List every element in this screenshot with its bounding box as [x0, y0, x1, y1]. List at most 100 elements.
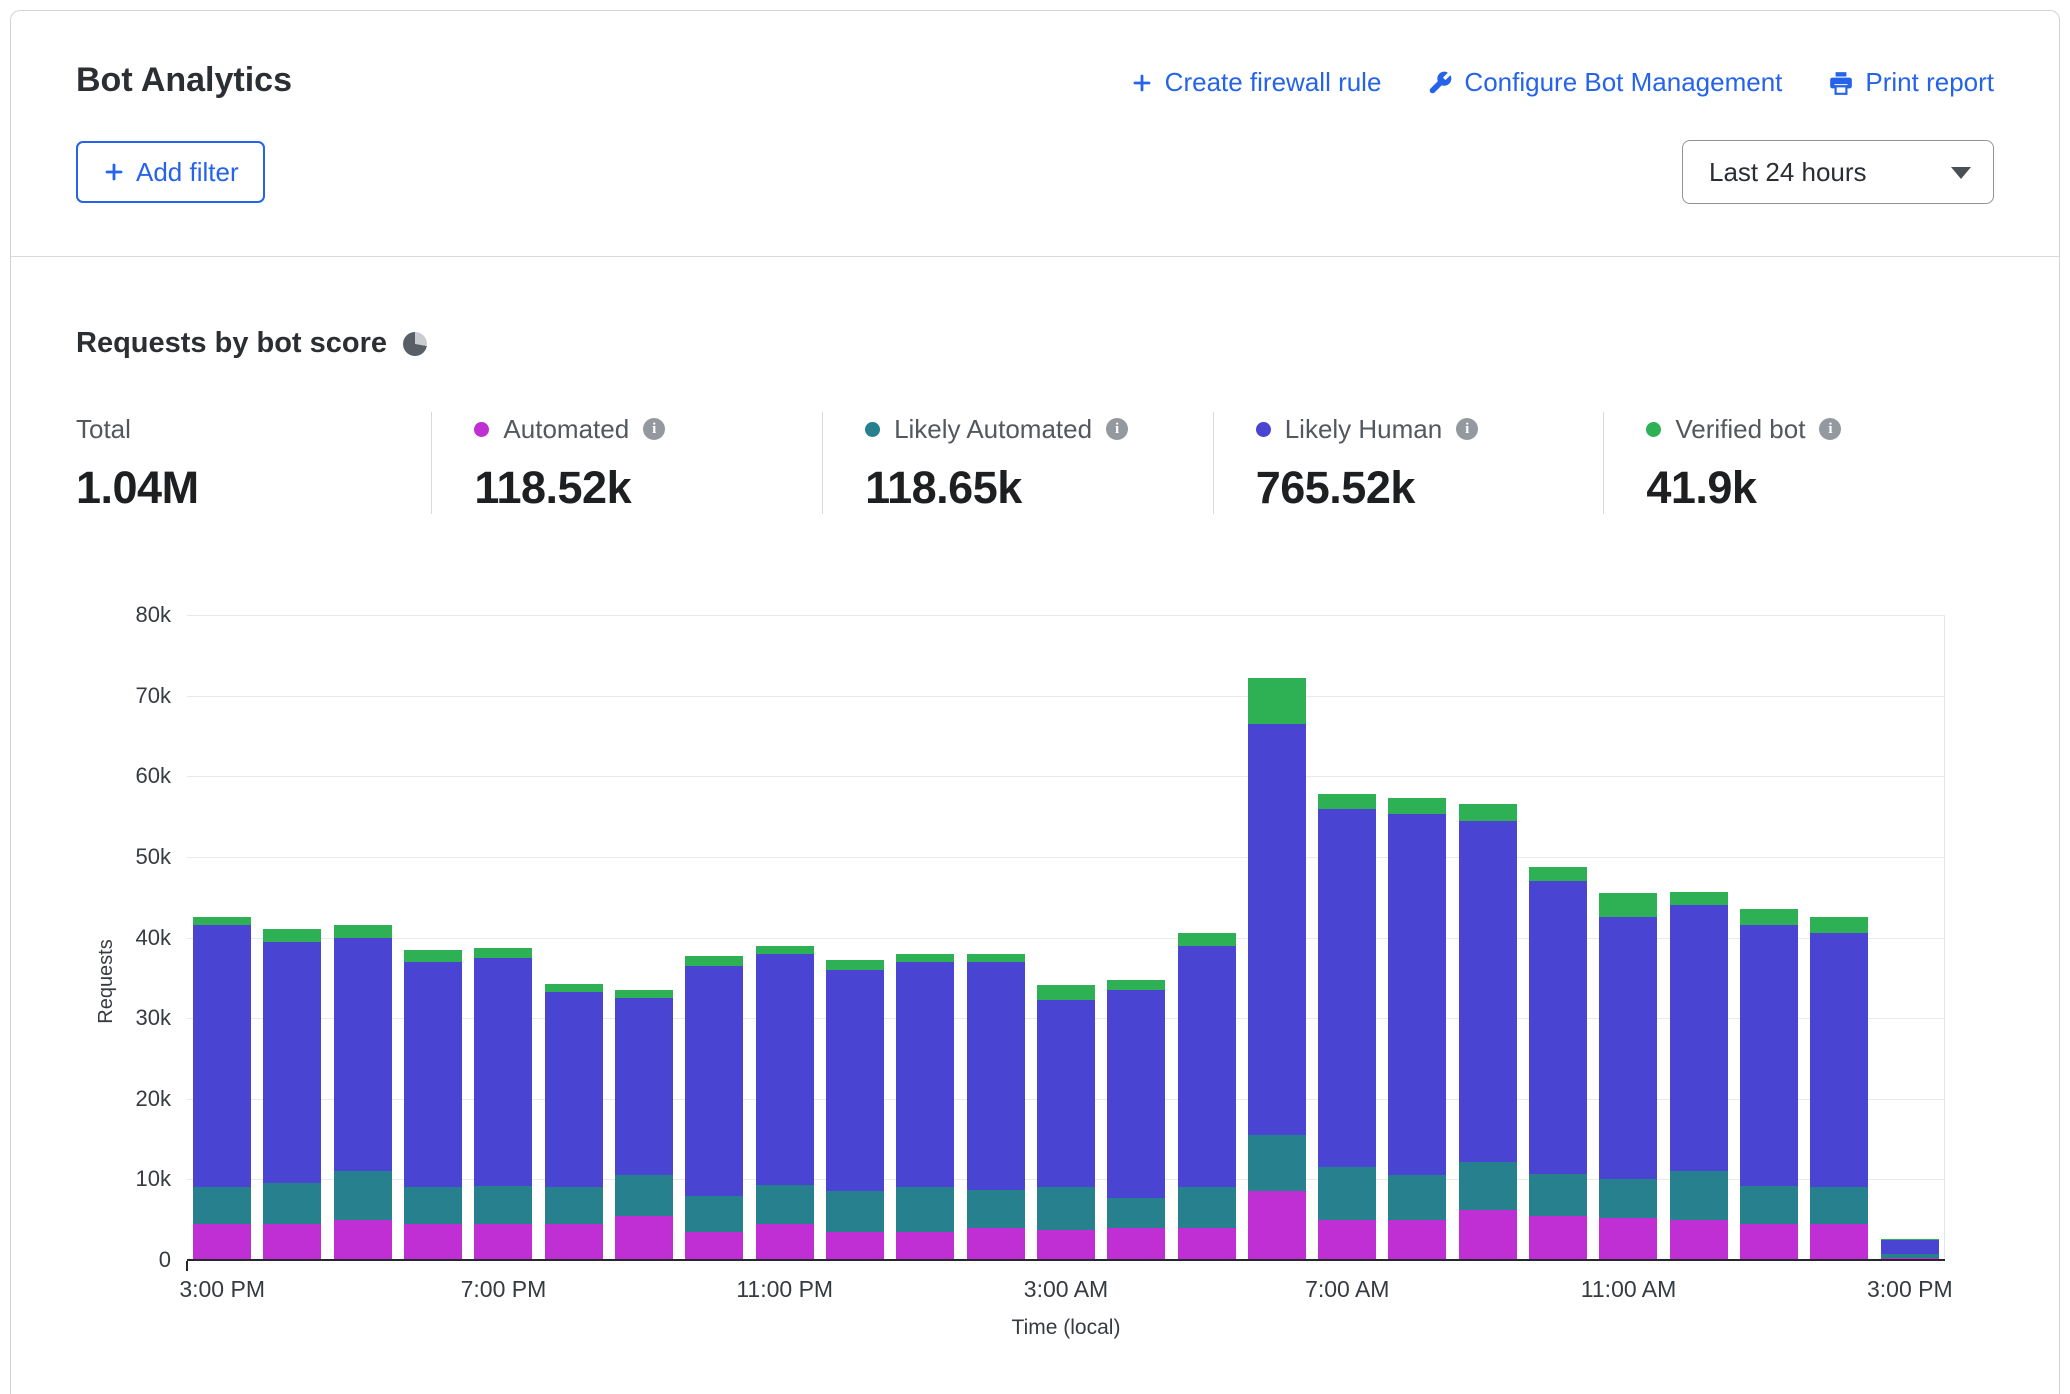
bar-segment-verified-bot — [1599, 893, 1657, 917]
stat-likely-human: Likely Human i 765.52k — [1213, 412, 1604, 514]
bar-5-00-am[interactable] — [1171, 933, 1241, 1260]
bar-9-00-am[interactable] — [1453, 804, 1523, 1260]
bar-segment-likely-automated — [615, 1175, 673, 1215]
bar-segment-automated — [1037, 1230, 1095, 1260]
bar-segment-verified-bot — [1388, 798, 1446, 814]
bar-segment-automated — [545, 1224, 603, 1260]
bar-segment-automated — [826, 1232, 884, 1260]
bar-segment-likely-human — [1881, 1240, 1939, 1254]
bar-segment-likely-automated — [826, 1191, 884, 1231]
stat-value: 765.52k — [1256, 462, 1570, 514]
stat-total: Total 1.04M — [76, 412, 431, 514]
bar-8-00-am[interactable] — [1382, 798, 1452, 1260]
chart-section: Requests by bot score Total 1.04M Automa… — [11, 327, 2059, 1350]
analytics-card: Bot Analytics Create firewall rule Confi… — [10, 10, 2060, 1394]
y-tick-label: 60k — [136, 763, 171, 789]
stat-label: Automated — [503, 414, 629, 445]
time-range-value: Last 24 hours — [1709, 157, 1867, 188]
stat-value: 41.9k — [1646, 462, 1960, 514]
bar-5-00-pm[interactable] — [328, 925, 398, 1260]
bar-segment-likely-automated — [1459, 1162, 1517, 1210]
bar-10-00-am[interactable] — [1523, 867, 1593, 1260]
bar-segment-automated — [685, 1232, 743, 1260]
bar-segment-likely-human — [1037, 1000, 1095, 1188]
x-axis-title: Time (local) — [187, 1316, 1945, 1340]
bar-segment-automated — [474, 1224, 532, 1260]
time-range-select[interactable]: Last 24 hours — [1682, 140, 1994, 204]
info-icon[interactable]: i — [643, 418, 665, 440]
bar-segment-automated — [615, 1216, 673, 1260]
add-filter-label: Add filter — [136, 157, 239, 188]
bar-12-00-pm[interactable] — [1664, 892, 1734, 1260]
x-tick-label: 7:00 PM — [461, 1276, 547, 1303]
bar-segment-automated — [1388, 1220, 1446, 1260]
bar-segment-verified-bot — [615, 990, 673, 998]
info-icon[interactable]: i — [1106, 418, 1128, 440]
bar-6-00-am[interactable] — [1242, 678, 1312, 1260]
bar-segment-verified-bot — [1459, 804, 1517, 820]
print-report-link[interactable]: Print report — [1828, 67, 1994, 98]
bar-9-00-pm[interactable] — [609, 990, 679, 1260]
x-tick-label: 11:00 AM — [1581, 1276, 1676, 1303]
bar-1-00-am[interactable] — [890, 954, 960, 1260]
bar-segment-likely-human — [967, 962, 1025, 1190]
bar-segment-automated — [967, 1228, 1025, 1260]
bar-segment-automated — [193, 1224, 251, 1260]
bar-8-00-pm[interactable] — [539, 984, 609, 1260]
info-icon[interactable]: i — [1819, 418, 1841, 440]
bar-segment-automated — [1178, 1228, 1236, 1260]
bar-segment-likely-human — [1318, 809, 1376, 1168]
bar-segment-likely-automated — [1599, 1179, 1657, 1218]
bar-segment-likely-automated — [1178, 1187, 1236, 1227]
bar-7-00-pm[interactable] — [468, 948, 538, 1260]
bar-1-00-pm[interactable] — [1734, 909, 1804, 1260]
bar-segment-likely-human — [1529, 881, 1587, 1174]
configure-bot-management-link[interactable]: Configure Bot Management — [1427, 67, 1782, 98]
bars — [187, 615, 1945, 1260]
pie-chart-icon — [403, 332, 427, 356]
stat-label: Verified bot — [1675, 414, 1805, 445]
y-axis-labels: 010k20k30k40k50k60k70k80k — [76, 615, 171, 1260]
bar-segment-automated — [1810, 1224, 1868, 1260]
bar-3-00-pm[interactable] — [1875, 1239, 1945, 1260]
bar-segment-automated — [1107, 1228, 1165, 1260]
x-tick-label: 11:00 PM — [736, 1276, 833, 1303]
bar-6-00-pm[interactable] — [398, 950, 468, 1260]
bar-segment-likely-automated — [545, 1187, 603, 1223]
create-firewall-rule-link[interactable]: Create firewall rule — [1130, 67, 1382, 98]
bar-11-00-am[interactable] — [1593, 893, 1663, 1260]
info-icon[interactable]: i — [1456, 418, 1478, 440]
x-axis-labels: 3:00 PM7:00 PM11:00 PM3:00 AM7:00 AM11:0… — [187, 1276, 1945, 1306]
bar-segment-likely-human — [615, 998, 673, 1175]
bar-2-00-pm[interactable] — [1804, 917, 1874, 1260]
bar-segment-verified-bot — [1529, 867, 1587, 882]
bar-segment-likely-human — [263, 942, 321, 1184]
bar-2-00-am[interactable] — [960, 954, 1030, 1260]
legend-dot — [1256, 422, 1271, 437]
action-label: Configure Bot Management — [1464, 67, 1782, 98]
chevron-down-icon — [1951, 167, 1971, 179]
bar-4-00-am[interactable] — [1101, 980, 1171, 1260]
bar-4-00-pm[interactable] — [257, 929, 327, 1260]
bar-segment-verified-bot — [1037, 985, 1095, 1000]
stat-automated: Automatedi118.52k — [431, 412, 822, 514]
wrench-icon — [1427, 70, 1453, 96]
stat-label: Likely Human — [1285, 414, 1443, 445]
bar-12-00-am[interactable] — [820, 960, 890, 1260]
stat-value: 118.65k — [865, 462, 1179, 514]
bar-segment-automated — [1318, 1220, 1376, 1260]
bar-3-00-pm[interactable] — [187, 917, 257, 1260]
bar-segment-likely-automated — [193, 1187, 251, 1223]
bar-segment-automated — [896, 1232, 954, 1260]
bar-segment-automated — [404, 1224, 462, 1260]
x-axis-origin-tick — [186, 1261, 188, 1271]
bar-segment-verified-bot — [967, 954, 1025, 962]
legend-dot — [1646, 422, 1661, 437]
bar-segment-likely-automated — [967, 1190, 1025, 1228]
bar-7-00-am[interactable] — [1312, 794, 1382, 1260]
bar-segment-likely-automated — [1388, 1175, 1446, 1219]
bar-10-00-pm[interactable] — [679, 956, 749, 1260]
bar-3-00-am[interactable] — [1031, 985, 1101, 1260]
bar-11-00-pm[interactable] — [750, 946, 820, 1260]
add-filter-button[interactable]: Add filter — [76, 141, 265, 203]
